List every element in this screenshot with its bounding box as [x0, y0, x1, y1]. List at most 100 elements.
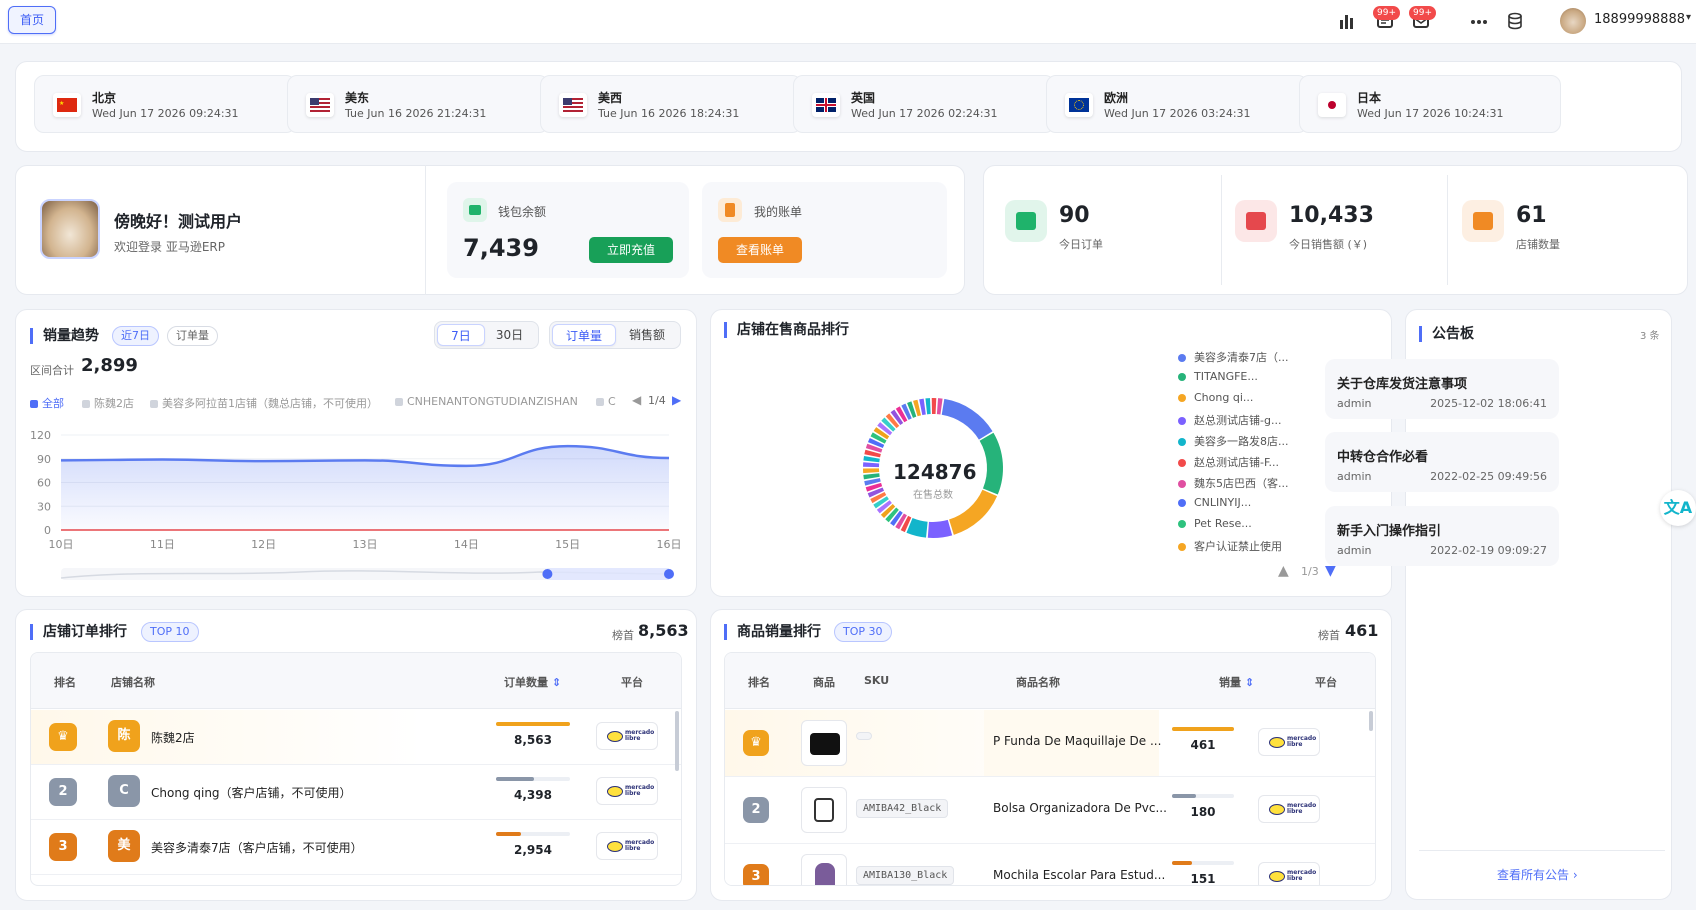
donut-legend-item[interactable]: Chong qi... — [1178, 391, 1253, 404]
col-platform: 平台 — [1315, 676, 1337, 689]
notice-item[interactable]: 中转仓合作必看 admin 2022-02-25 09:49:56 — [1325, 432, 1559, 492]
notice-item[interactable]: 新手入门操作指引 admin 2022-02-19 09:09:27 — [1325, 506, 1559, 566]
sales-count: 180 — [1190, 805, 1216, 819]
user-phone[interactable]: 18899998888 — [1594, 12, 1685, 27]
top-value: 8,563 — [638, 621, 689, 640]
legend-prev-icon[interactable]: ◀ — [632, 393, 641, 407]
notice-date: 2022-02-19 09:09:27 — [1430, 544, 1547, 557]
legend-item[interactable]: 陈魏2店 — [82, 395, 134, 411]
notice-author: admin — [1337, 544, 1372, 557]
col-sales[interactable]: 销量 ⇕ — [1219, 674, 1254, 690]
table-row[interactable]: ♛ 陈陈魏2店 8,563 mercado libre — [31, 710, 681, 765]
donut-legend-item[interactable]: 赵总测试店铺-F... — [1178, 454, 1279, 470]
donut-slice — [863, 473, 880, 480]
mercado-libre-logo: mercado libre — [596, 832, 658, 860]
mercado-libre-logo: mercado libre — [596, 777, 658, 805]
clock-time: Tue Jun 16 2026 18:24:31 — [598, 107, 740, 120]
product-sales-table: 排名 商品 SKU 商品名称 销量 ⇕ 平台 ♛ P Funda De Maqui… — [724, 652, 1376, 886]
donut-legend-item[interactable]: 客户认证禁止使用 — [1178, 538, 1282, 554]
top30-pill: TOP 30 — [834, 622, 892, 642]
metric-pill: 订单量 — [167, 326, 218, 346]
legend-item[interactable]: 美容多阿拉苗1店铺（魏总店铺，不可使用） — [150, 395, 378, 411]
product-thumbnail[interactable] — [801, 787, 847, 833]
notice-item[interactable]: 关于仓库发货注意事项 admin 2025-12-02 18:06:41 — [1325, 359, 1559, 419]
order-count-button[interactable]: 订单量 — [552, 324, 616, 346]
product-name: Mochila Escolar Para Estud... — [993, 868, 1166, 882]
donut-legend-page: 1/3 — [1301, 565, 1319, 578]
legend-next-icon[interactable]: ▶ — [672, 393, 681, 407]
user-avatar[interactable] — [1560, 8, 1586, 34]
col-order-count[interactable]: 订单数量 ⇕ — [504, 674, 561, 690]
chevron-down-icon[interactable]: ▾ — [1686, 12, 1691, 23]
table-row[interactable]: 2 C Chong qing（客户店铺，不可使用） 4,398 mercado libre — [31, 765, 681, 820]
notice-title: 中转仓合作必看 — [1337, 450, 1429, 465]
notice-date: 2025-12-02 18:06:41 — [1430, 397, 1547, 410]
scrollbar[interactable] — [1369, 711, 1373, 731]
table-row[interactable]: 3 AMIBA130_Black Mochila Escolar Para Estu… — [725, 844, 1375, 885]
donut-legend-item[interactable]: 美容多清泰7店（... — [1178, 349, 1289, 365]
product-thumbnail[interactable] — [801, 854, 847, 885]
bill-label: 我的账单 — [754, 205, 803, 219]
legend-page: 1/4 — [648, 394, 666, 407]
product-thumbnail[interactable] — [801, 720, 847, 766]
view-bill-button[interactable]: 查看账单 — [718, 237, 802, 263]
chart-icon[interactable] — [1336, 10, 1358, 32]
sku-tag — [856, 732, 872, 740]
donut-legend-item[interactable]: 魏东5店巴西（客... — [1178, 475, 1289, 491]
days-30-button[interactable]: 30日 — [485, 324, 534, 346]
scrollbar[interactable] — [675, 711, 679, 771]
notice-title: 新手入门操作指引 — [1337, 524, 1442, 539]
shop-avatar: C — [108, 775, 140, 807]
notice-title: 关于仓库发货注意事项 — [1337, 377, 1468, 392]
order-progress-bar — [496, 722, 570, 726]
legend-item[interactable]: CNHENANTONGTUDIANZISHAN — [395, 395, 578, 408]
top-value: 461 — [1345, 621, 1379, 640]
table-row[interactable]: ♛ P Funda De Maquillaje De ... 461 mercado l… — [725, 710, 1375, 777]
database-icon[interactable] — [1504, 10, 1526, 32]
clock-city: 欧洲 — [1104, 91, 1129, 105]
sales-progress-bar — [1172, 861, 1234, 865]
translate-icon[interactable]: 文A — [1660, 490, 1696, 526]
flag-uk-icon — [812, 93, 840, 117]
notice-author: admin — [1337, 397, 1372, 410]
bill-panel — [702, 182, 947, 278]
clock-cn: ★ 北京 Wed Jun 17 2026 09:24:31 — [34, 75, 296, 133]
all-notices-link[interactable]: 查看所有公告 › — [1497, 866, 1578, 883]
stat-label: 今日销售额 (￥) — [1289, 238, 1368, 251]
col-shop-name: 店铺名称 — [111, 676, 155, 689]
table-row[interactable]: 3 美美容多清泰7店（客户店铺，不可使用） 2,954 mercado libre — [31, 820, 681, 875]
recharge-button[interactable]: 立即充值 — [589, 237, 673, 263]
table-row[interactable]: 2 AMIBA42_Black Bolsa Organizadora De Pvc.… — [725, 777, 1375, 844]
legend-item[interactable]: 全部 — [30, 395, 64, 411]
clock-uk: 英国 Wed Jun 17 2026 02:24:31 — [793, 75, 1055, 133]
donut-legend-item[interactable]: CNLINYIJ... — [1178, 496, 1251, 509]
clock-city: 北京 — [92, 91, 117, 105]
trophy-icon: ♛ — [49, 723, 77, 751]
col-rank: 排名 — [748, 676, 770, 689]
x-tick-label: 15日 — [555, 538, 580, 551]
stat-label: 店铺数量 — [1516, 238, 1560, 251]
tab-home[interactable]: 首页 — [8, 6, 56, 34]
col-sku: SKU — [864, 674, 890, 687]
y-tick-label: 0 — [44, 524, 51, 537]
donut-legend-item[interactable]: Pet Rese... — [1178, 517, 1252, 530]
clock-jp: 日本 Wed Jun 17 2026 10:24:31 — [1299, 75, 1561, 133]
x-tick-label: 13日 — [353, 538, 378, 551]
rank-badge: 2 — [743, 797, 769, 823]
legend-item[interactable]: C — [596, 395, 616, 408]
days-7-button[interactable]: 7日 — [437, 324, 485, 346]
sales-amount-button[interactable]: 销售额 — [616, 324, 678, 346]
sales-trend-title: 销量趋势 — [30, 328, 99, 344]
donut-slice — [941, 398, 993, 440]
donut-slice — [925, 398, 931, 415]
notice-count: 3 条 — [1640, 331, 1660, 342]
donut-legend-prev-icon[interactable]: ▲ — [1278, 563, 1289, 579]
more-icon[interactable] — [1468, 10, 1490, 32]
donut-legend-item[interactable]: TITANGFE... — [1178, 370, 1258, 383]
order-count: 4,398 — [514, 788, 552, 802]
clock-time: Wed Jun 17 2026 09:24:31 — [92, 107, 239, 120]
donut-legend-item[interactable]: 赵总测试店铺-g... — [1178, 412, 1281, 428]
y-tick-label: 90 — [37, 453, 51, 466]
donut-legend-item[interactable]: 美容多一路发8店... — [1178, 433, 1289, 449]
flag-eu-icon — [1065, 93, 1093, 117]
